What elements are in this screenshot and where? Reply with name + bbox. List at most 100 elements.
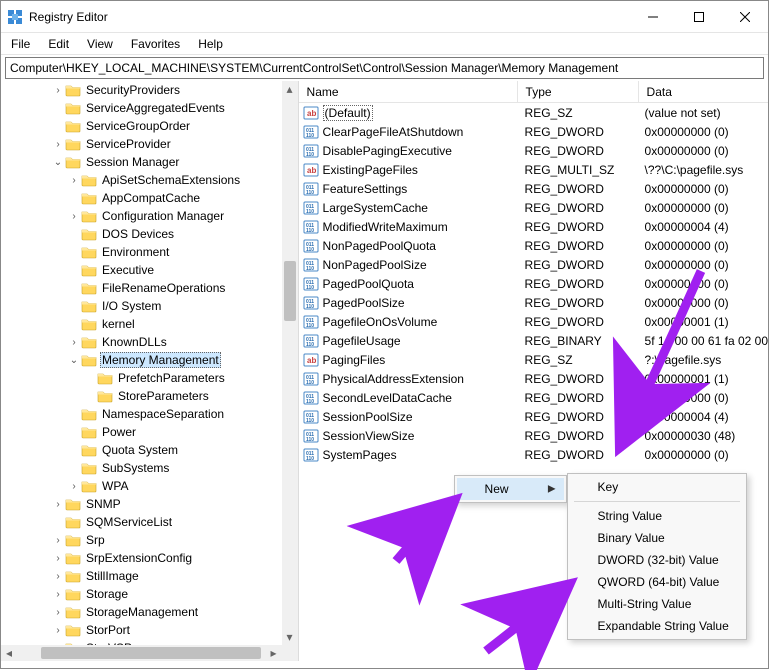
tree-item[interactable]: SubSystems — [3, 459, 282, 477]
chevron-right-icon[interactable]: › — [51, 605, 65, 619]
tree-item[interactable]: ›Srp — [3, 531, 282, 549]
chevron-right-icon[interactable]: › — [51, 587, 65, 601]
context-item[interactable]: Expandable String Value — [570, 615, 744, 637]
tree-item[interactable]: ServiceAggregatedEvents — [3, 99, 282, 117]
list-item[interactable]: PagingFilesREG_SZ?:\pagefile.sys — [299, 350, 768, 369]
menu-edit[interactable]: Edit — [40, 35, 77, 53]
tree-item[interactable]: ServiceGroupOrder — [3, 117, 282, 135]
menu-help[interactable]: Help — [190, 35, 231, 53]
tree-item[interactable]: FileRenameOperations — [3, 279, 282, 297]
context-submenu-new[interactable]: Key String ValueBinary ValueDWORD (32-bit… — [567, 473, 747, 640]
value-list[interactable]: (Default)REG_SZ(value not set)ClearPageF… — [299, 103, 768, 464]
tree-item[interactable]: SQMServiceList — [3, 513, 282, 531]
chevron-right-icon[interactable]: › — [67, 335, 81, 349]
tree-item[interactable]: ›StillImage — [3, 567, 282, 585]
list-item[interactable]: SessionPoolSizeREG_DWORD0x00000004 (4) — [299, 407, 768, 426]
minimize-button[interactable] — [630, 1, 676, 33]
tree-item[interactable]: ›SecurityProviders — [3, 81, 282, 99]
list-item[interactable]: NonPagedPoolQuotaREG_DWORD0x00000000 (0) — [299, 236, 768, 255]
list-item[interactable]: SystemPagesREG_DWORD0x00000000 (0) — [299, 445, 768, 464]
tree-item[interactable]: ⌄Session Manager — [3, 153, 282, 171]
tree-item[interactable]: ›WPA — [3, 477, 282, 495]
tree-item[interactable]: ⌄Memory Management — [3, 351, 282, 369]
column-header-data[interactable]: Data — [639, 85, 768, 99]
chevron-right-icon[interactable]: › — [67, 173, 81, 187]
tree-item[interactable]: I/O System — [3, 297, 282, 315]
chevron-right-icon[interactable]: › — [51, 533, 65, 547]
list-item[interactable]: ClearPageFileAtShutdownREG_DWORD0x000000… — [299, 122, 768, 141]
tree-item[interactable]: Power — [3, 423, 282, 441]
horizontal-scrollbar[interactable]: ◂ ▸ — [1, 645, 282, 661]
tree-item[interactable]: ›StorageManagement — [3, 603, 282, 621]
chevron-right-icon[interactable]: › — [51, 551, 65, 565]
scroll-left-icon[interactable]: ◂ — [1, 645, 17, 661]
tree-item[interactable]: Environment — [3, 243, 282, 261]
context-item[interactable]: Multi-String Value — [570, 593, 744, 615]
vertical-scrollbar[interactable]: ▴ ▾ — [282, 81, 298, 661]
tree-item[interactable]: ›ServiceProvider — [3, 135, 282, 153]
chevron-right-icon[interactable]: › — [67, 209, 81, 223]
list-item[interactable]: ExistingPageFilesREG_MULTI_SZ\??\C:\page… — [299, 160, 768, 179]
column-header-name[interactable]: Name — [299, 85, 517, 99]
list-item[interactable]: PhysicalAddressExtensionREG_DWORD0x00000… — [299, 369, 768, 388]
list-item[interactable]: PagedPoolSizeREG_DWORD0x00000000 (0) — [299, 293, 768, 312]
column-header-type[interactable]: Type — [518, 85, 638, 99]
tree-item[interactable]: ›Storage — [3, 585, 282, 603]
scroll-thumb-h[interactable] — [41, 647, 261, 659]
scroll-right-icon[interactable]: ▸ — [266, 645, 282, 661]
context-item[interactable]: DWORD (32-bit) Value — [570, 549, 744, 571]
tree-item[interactable]: Executive — [3, 261, 282, 279]
tree-item[interactable]: NamespaceSeparation — [3, 405, 282, 423]
list-item[interactable]: (Default)REG_SZ(value not set) — [299, 103, 768, 122]
list-item[interactable]: PagedPoolQuotaREG_DWORD0x00000000 (0) — [299, 274, 768, 293]
tree-item[interactable]: DOS Devices — [3, 225, 282, 243]
tree-item-label: Environment — [100, 245, 171, 259]
tree-item[interactable]: StoreParameters — [3, 387, 282, 405]
list-item[interactable]: ModifiedWriteMaximumREG_DWORD0x00000004 … — [299, 217, 768, 236]
context-item[interactable]: Key — [570, 476, 744, 498]
close-button[interactable] — [722, 1, 768, 33]
chevron-right-icon[interactable]: › — [51, 137, 65, 151]
context-item[interactable]: String Value — [570, 505, 744, 527]
list-item[interactable]: PagefileOnOsVolumeREG_DWORD0x00000001 (1… — [299, 312, 768, 331]
context-menu[interactable]: New ▶ — [454, 475, 567, 503]
context-item-new[interactable]: New ▶ — [457, 478, 564, 500]
list-item[interactable]: PagefileUsageREG_BINARY5f 14 00 00 61 fa… — [299, 331, 768, 350]
menu-view[interactable]: View — [79, 35, 121, 53]
maximize-button[interactable] — [676, 1, 722, 33]
tree-item[interactable]: ›Configuration Manager — [3, 207, 282, 225]
tree-item[interactable]: AppCompatCache — [3, 189, 282, 207]
tree-item[interactable]: Quota System — [3, 441, 282, 459]
list-item[interactable]: NonPagedPoolSizeREG_DWORD0x00000000 (0) — [299, 255, 768, 274]
list-item[interactable]: SecondLevelDataCacheREG_DWORD0x00000000 … — [299, 388, 768, 407]
scroll-corner — [282, 645, 298, 661]
tree-item[interactable]: ›StorPort — [3, 621, 282, 639]
menu-file[interactable]: File — [3, 35, 38, 53]
list-item[interactable]: FeatureSettingsREG_DWORD0x00000000 (0) — [299, 179, 768, 198]
tree-item[interactable]: PrefetchParameters — [3, 369, 282, 387]
context-item[interactable]: QWORD (64-bit) Value — [570, 571, 744, 593]
menu-favorites[interactable]: Favorites — [123, 35, 188, 53]
list-item[interactable]: SessionViewSizeREG_DWORD0x00000030 (48) — [299, 426, 768, 445]
address-bar[interactable]: Computer\HKEY_LOCAL_MACHINE\SYSTEM\Curre… — [5, 57, 764, 79]
tree-item[interactable]: ›ApiSetSchemaExtensions — [3, 171, 282, 189]
chevron-right-icon[interactable]: › — [51, 569, 65, 583]
tree-item[interactable]: ›KnownDLLs — [3, 333, 282, 351]
scroll-up-icon[interactable]: ▴ — [282, 81, 298, 97]
tree-item[interactable]: ›SNMP — [3, 495, 282, 513]
chevron-down-icon[interactable]: ⌄ — [51, 155, 65, 169]
chevron-right-icon[interactable]: › — [51, 623, 65, 637]
chevron-right-icon[interactable]: › — [67, 479, 81, 493]
list-item[interactable]: LargeSystemCacheREG_DWORD0x00000000 (0) — [299, 198, 768, 217]
chevron-right-icon[interactable]: › — [51, 497, 65, 511]
value-name: SessionViewSize — [323, 429, 415, 443]
scroll-down-icon[interactable]: ▾ — [282, 629, 298, 645]
tree-item[interactable]: ›SrpExtensionConfig — [3, 549, 282, 567]
list-item[interactable]: DisablePagingExecutiveREG_DWORD0x0000000… — [299, 141, 768, 160]
chevron-right-icon[interactable]: › — [51, 83, 65, 97]
context-item[interactable]: Binary Value — [570, 527, 744, 549]
tree-item[interactable]: kernel — [3, 315, 282, 333]
scroll-thumb[interactable] — [284, 261, 296, 321]
registry-tree[interactable]: ›SecurityProvidersServiceAggregatedEvent… — [1, 81, 282, 645]
chevron-down-icon[interactable]: ⌄ — [67, 353, 81, 367]
